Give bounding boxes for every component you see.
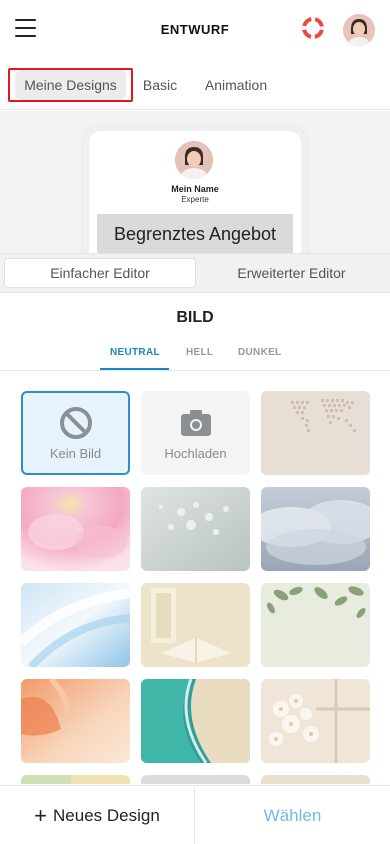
no-image-label: Kein Bild <box>49 445 102 461</box>
design-preview-area: Mein Name Experte Begrenztes Angebot <box>0 111 390 253</box>
preview-banner-text: Begrenztes Angebot <box>113 224 277 244</box>
tab-label: Meine Designs <box>15 70 126 100</box>
image-filter-tabs: NEUTRAL HELL DUNKEL <box>0 340 390 371</box>
section-title: BILD <box>176 309 214 326</box>
tab-meine-designs[interactable]: Meine Designs <box>8 68 133 102</box>
image-tile-blue-swirl[interactable] <box>21 583 130 667</box>
background-image-grid: Kein Bild Hochladen <box>21 391 370 784</box>
image-tile-clouds[interactable] <box>261 487 370 571</box>
preview-role: Experte <box>181 195 209 204</box>
advanced-editor-button[interactable]: Erweiterter Editor <box>197 258 386 288</box>
image-tile-beige-partial[interactable] <box>261 775 370 784</box>
tab-basic[interactable]: Basic <box>135 68 185 102</box>
design-category-tabs: Meine Designs Basic Animation <box>0 60 390 110</box>
preview-name: Mein Name <box>171 184 219 194</box>
plus-icon: + <box>34 802 48 828</box>
tab-dunkel[interactable]: DUNKEL <box>238 347 281 358</box>
tab-animation[interactable]: Animation <box>195 68 277 102</box>
upload-label: Hochladen <box>164 445 227 461</box>
image-tile-beach[interactable] <box>141 679 250 763</box>
no-image-tile[interactable]: Kein Bild <box>21 391 130 475</box>
phone-preview: Mein Name Experte Begrenztes Angebot <box>83 125 307 253</box>
active-tab-underline <box>100 368 169 370</box>
camera-icon <box>180 409 211 436</box>
preview-banner: Begrenztes Angebot <box>97 214 293 253</box>
image-tile-gray-partial[interactable] <box>141 775 250 784</box>
preview-avatar <box>175 141 213 179</box>
image-tile-yellow-partial[interactable] <box>21 775 130 784</box>
image-tile-white-blossoms[interactable] <box>261 679 370 763</box>
image-tile-world-map[interactable] <box>261 391 370 475</box>
upload-tile[interactable]: Hochladen <box>141 391 250 475</box>
simple-editor-button[interactable]: Einfacher Editor <box>4 258 196 288</box>
user-avatar[interactable] <box>343 14 375 46</box>
tab-hell[interactable]: HELL <box>186 347 213 358</box>
image-tile-book-room[interactable] <box>141 583 250 667</box>
page-title: ENTWURF <box>160 22 230 37</box>
bottom-action-bar: + Neues Design Wählen <box>0 785 390 844</box>
editor-mode-switch: Einfacher Editor Erweiterter Editor <box>0 253 390 293</box>
new-design-button[interactable]: + Neues Design <box>0 786 195 844</box>
image-tile-pink-flower[interactable] <box>21 487 130 571</box>
tab-neutral[interactable]: NEUTRAL <box>110 347 160 358</box>
image-tile-water-drops[interactable] <box>141 487 250 571</box>
lifebuoy-icon[interactable] <box>302 17 324 39</box>
image-tile-green-leaves[interactable] <box>261 583 370 667</box>
prohibited-icon <box>59 406 92 439</box>
new-design-label: Neues Design <box>53 805 160 825</box>
app-header: ENTWURF <box>0 0 390 60</box>
image-tile-orange-petals[interactable] <box>21 679 130 763</box>
choose-button[interactable]: Wählen <box>195 786 390 844</box>
